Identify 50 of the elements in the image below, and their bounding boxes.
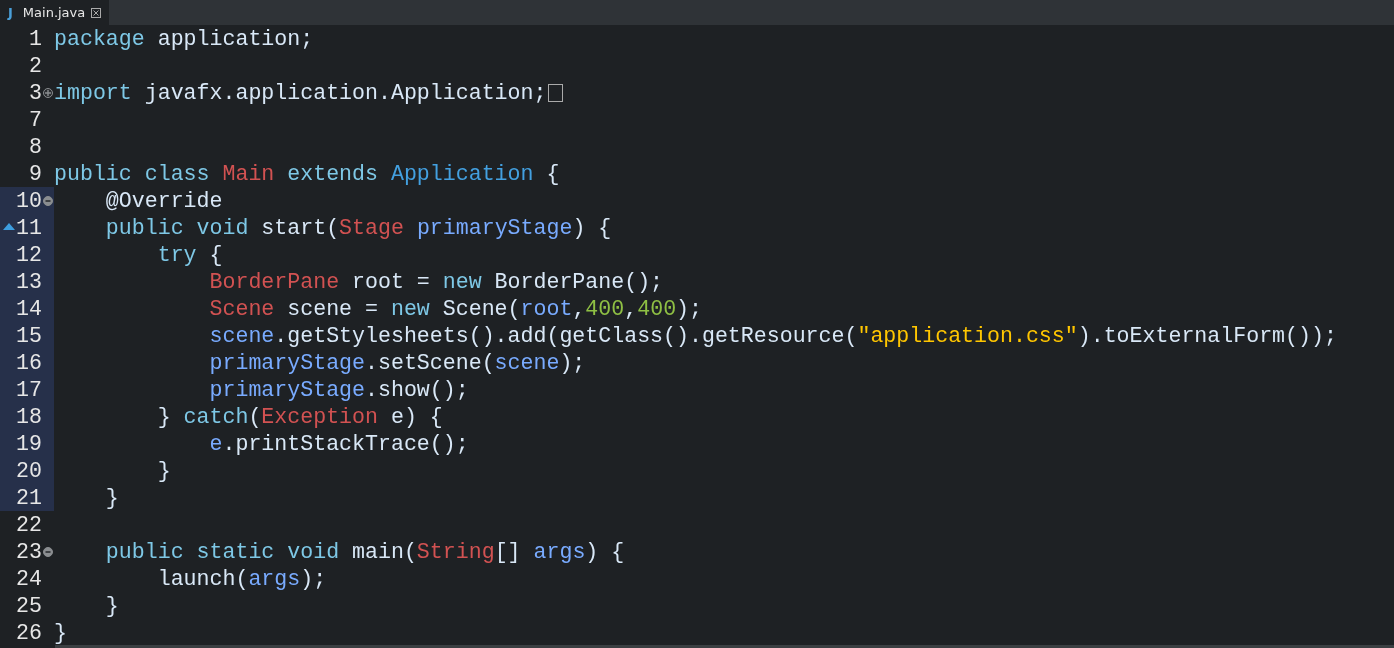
code-line: package application;: [54, 26, 314, 51]
line-number: 24: [15, 566, 42, 591]
line-number: 25: [15, 593, 42, 618]
code-line: BorderPane root = new BorderPane();: [208, 269, 664, 294]
code-line: primaryStage.show();: [208, 377, 469, 402]
code-line: launch(args);: [156, 566, 327, 591]
line-number: 12: [15, 242, 42, 267]
line-number: 8: [28, 134, 42, 159]
line-number: 21: [15, 485, 42, 510]
file-tab[interactable]: J Main.java: [0, 0, 110, 25]
code-line: public void start(Stage primaryStage) {: [104, 215, 612, 240]
fold-minus-icon[interactable]: [43, 546, 53, 557]
code-line: Scene scene = new Scene(root,400,400);: [208, 296, 703, 321]
code-line: @Override: [104, 188, 223, 213]
line-number: 19: [15, 431, 42, 456]
code-line: }: [104, 593, 119, 618]
code-line: import javafx.application.Application;: [54, 80, 547, 105]
code-line: } catch(Exception e) {: [156, 404, 443, 429]
line-number: 22: [15, 512, 42, 537]
line-number: 17: [15, 377, 42, 402]
line-number: 23: [15, 539, 42, 564]
line-number: 26: [15, 620, 42, 645]
line-number: 20: [15, 458, 42, 483]
java-file-icon: J: [8, 5, 13, 20]
line-number: 15: [15, 323, 42, 348]
line-number: 9: [28, 161, 42, 186]
code-line: }: [54, 620, 67, 645]
line-number: 11: [15, 215, 42, 240]
code-line: scene.getStylesheets().add(getClass().getResource("application.css").toExternalForm());: [208, 323, 1337, 348]
line-number: 10: [15, 188, 42, 213]
code-line: public class Main extends Application {: [54, 161, 560, 186]
line-number: 13: [15, 269, 42, 294]
folded-code-icon[interactable]: [548, 83, 564, 102]
code-line: }: [104, 485, 119, 510]
code-line: try {: [156, 242, 223, 267]
tab-title: Main.java: [22, 5, 86, 20]
fold-minus-icon[interactable]: [43, 195, 53, 206]
code-line: e.printStackTrace();: [208, 431, 469, 456]
close-icon[interactable]: [91, 7, 102, 18]
line-number: 2: [28, 53, 42, 78]
line-number: 16: [15, 350, 42, 375]
code-line: }: [156, 458, 171, 483]
fold-plus-icon[interactable]: [43, 87, 53, 98]
line-number: 3: [28, 80, 42, 105]
code-line: primaryStage.setScene(scene);: [208, 350, 586, 375]
line-number: 1: [28, 26, 42, 51]
line-number: 7: [28, 107, 42, 132]
line-number: 18: [15, 404, 42, 429]
code-line: public static void main(String[] args) {: [104, 539, 625, 564]
line-number: 14: [15, 296, 42, 321]
